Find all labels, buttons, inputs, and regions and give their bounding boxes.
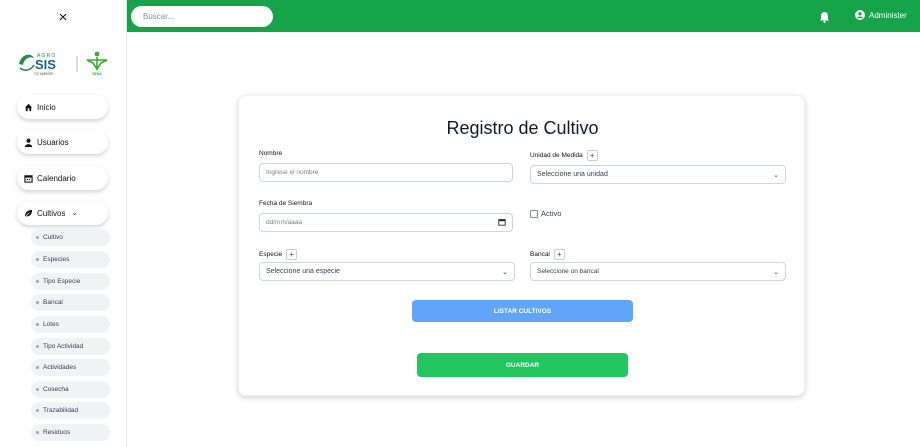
- unidad-label-text: Unidad de Medida: [530, 152, 583, 159]
- sidebar-item-label: Cultivos: [37, 208, 66, 218]
- sidebar-subitem-actividades[interactable]: Actividades: [31, 359, 110, 376]
- unidad-label: Unidad de Medida +: [530, 150, 598, 161]
- search-input[interactable]: [131, 6, 273, 27]
- sidebar-item-label: Inicio: [37, 102, 56, 112]
- user-circle-icon: [855, 10, 865, 20]
- bullet-icon: [36, 388, 39, 391]
- unidad-select[interactable]: Seleccione una unidad ⌄: [530, 165, 786, 184]
- sidebar-subitem-label: Cultivo: [43, 234, 63, 241]
- nombre-label-text: Nombre: [259, 150, 283, 157]
- bell-icon[interactable]: [819, 10, 830, 23]
- activo-checkbox-row[interactable]: Activo: [530, 209, 561, 218]
- sidebar-item-cultivos[interactable]: Cultivos ⌄: [17, 201, 108, 225]
- fecha-input[interactable]: dd/mm/aaaa: [259, 213, 513, 232]
- nombre-label: Nombre: [259, 150, 282, 157]
- sidebar-subitem-bancal[interactable]: Bancal: [31, 294, 110, 311]
- sidebar: × AGRO SIS TIC'AMBORE SENA Inicio Usuari…: [0, 0, 127, 447]
- logo: AGRO SIS TIC'AMBORE SENA: [17, 48, 113, 78]
- especie-label-text: Especie: [259, 251, 283, 258]
- sidebar-subitem-especies[interactable]: Especies: [31, 251, 110, 268]
- chevron-down-icon: ⌄: [502, 268, 508, 276]
- especie-select[interactable]: Seleccione una especie ⌄: [259, 262, 515, 281]
- calendar-icon: [23, 173, 33, 183]
- sidebar-subitem-cosecha[interactable]: Cosecha: [31, 381, 110, 398]
- sidebar-item-label: Calendario: [37, 173, 76, 183]
- unidad-select-value: Seleccione una unidad: [537, 171, 608, 178]
- user-name: Administer: [869, 10, 907, 20]
- svg-text:TIC'AMBORE: TIC'AMBORE: [34, 72, 54, 76]
- add-unidad-button[interactable]: +: [586, 150, 598, 161]
- list-cultivos-button[interactable]: LISTAR CULTIVOS: [412, 300, 633, 322]
- bullet-icon: [36, 366, 39, 369]
- leaf-icon: [23, 208, 33, 218]
- sidebar-subitem-label: Lotes: [43, 321, 59, 328]
- sidebar-item-calendario[interactable]: Calendario: [17, 166, 108, 190]
- bancal-label: Bancal +: [530, 249, 565, 260]
- form-card: Registro de Cultivo Nombre Ingrese el no…: [238, 95, 805, 396]
- svg-text:SENA: SENA: [92, 72, 102, 76]
- fecha-label: Fecha de Siembra: [259, 200, 312, 207]
- chevron-down-icon: ⌄: [773, 171, 779, 179]
- bancal-select-value: Seleccione un bancal: [537, 268, 599, 275]
- sidebar-subitem-residuos[interactable]: Residuos: [31, 424, 110, 441]
- nombre-input[interactable]: Ingrese el nombre: [259, 163, 513, 182]
- bullet-icon: [36, 323, 39, 326]
- sidebar-subitem-label: Especies: [43, 256, 70, 263]
- chevron-down-icon: ⌄: [773, 268, 779, 276]
- sidebar-subitem-tipo-especie[interactable]: Tipo Especie: [31, 273, 110, 290]
- bancal-select[interactable]: Seleccione un bancal ⌄: [530, 262, 786, 281]
- bullet-icon: [36, 431, 39, 434]
- activo-label: Activo: [541, 209, 562, 218]
- sidebar-subitem-trazabilidad[interactable]: Trazabilidad: [31, 402, 110, 419]
- sidebar-subitem-label: Actividades: [43, 364, 77, 371]
- page-title: Registro de Cultivo: [446, 118, 599, 138]
- bullet-icon: [36, 409, 39, 412]
- fecha-input-value: dd/mm/aaaa: [266, 219, 303, 226]
- especie-select-value: Seleccione una especie: [266, 268, 340, 275]
- svg-text:SIS: SIS: [35, 57, 56, 72]
- sidebar-subitem-tipo-actividad[interactable]: Tipo Actividad: [31, 338, 110, 355]
- sidebar-subitem-label: Tipo Especie: [43, 278, 81, 285]
- calendar-icon[interactable]: [498, 218, 506, 228]
- sidebar-subitem-lotes[interactable]: Lotes: [31, 316, 110, 333]
- fecha-label-text: Fecha de Siembra: [259, 200, 313, 207]
- sidebar-item-inicio[interactable]: Inicio: [17, 95, 108, 119]
- bullet-icon: [36, 280, 39, 283]
- bullet-icon: [36, 301, 39, 304]
- activo-checkbox[interactable]: [530, 209, 538, 218]
- chevron-down-icon: ⌄: [71, 210, 78, 217]
- topbar: Administer: [127, 0, 920, 32]
- save-button[interactable]: GUARDAR: [417, 353, 628, 377]
- sidebar-subitem-cultivo[interactable]: Cultivo: [31, 229, 110, 246]
- bullet-icon: [36, 258, 39, 261]
- user-icon: [23, 137, 33, 147]
- bancal-label-text: Bancal: [530, 251, 550, 258]
- bullet-icon: [36, 345, 39, 348]
- home-icon: [23, 102, 33, 112]
- close-sidebar-button[interactable]: ×: [56, 10, 70, 26]
- user-menu[interactable]: Administer: [855, 10, 907, 20]
- sidebar-subitem-label: Tipo Actividad: [43, 343, 84, 350]
- sidebar-subitem-label: Cosecha: [43, 386, 69, 393]
- add-especie-button[interactable]: +: [286, 249, 298, 260]
- sidebar-subitem-label: Bancal: [43, 299, 63, 306]
- sidebar-subitem-label: Residuos: [43, 429, 71, 436]
- sidebar-item-usuarios[interactable]: Usuarios: [17, 130, 108, 154]
- sidebar-item-label: Usuarios: [37, 137, 69, 147]
- add-bancal-button[interactable]: +: [553, 249, 565, 260]
- sidebar-subitem-label: Trazabilidad: [43, 407, 79, 414]
- especie-label: Especie +: [259, 249, 298, 260]
- bullet-icon: [36, 236, 39, 239]
